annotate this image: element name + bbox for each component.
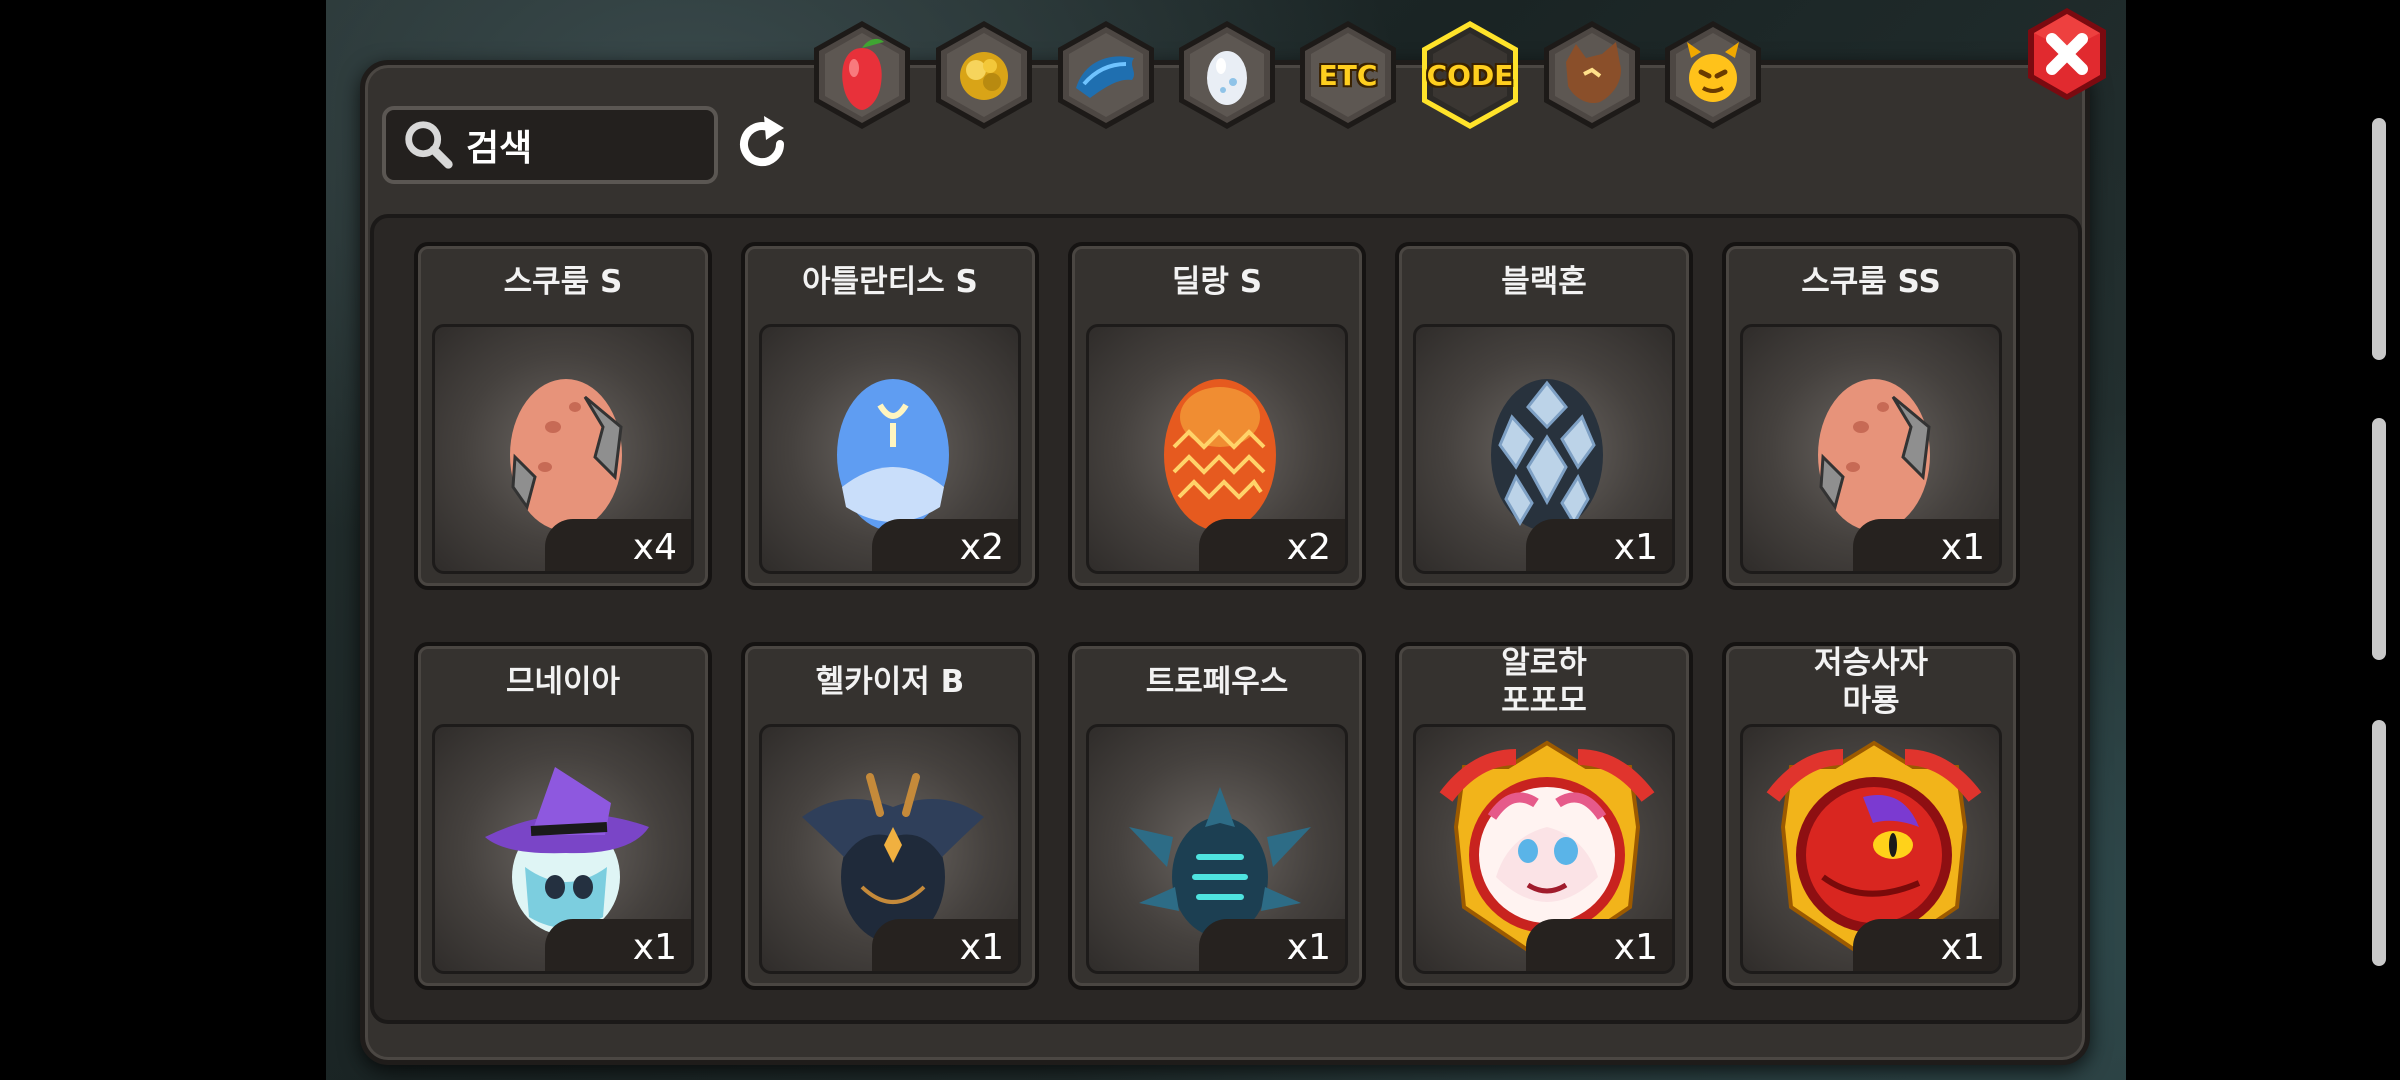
item-quantity: x4 <box>545 519 691 571</box>
item-name: 딜랑 S <box>1171 264 1263 300</box>
close-icon[interactable] <box>2022 4 2112 104</box>
item-slot: x1 <box>759 724 1021 974</box>
item-quantity: x1 <box>1526 519 1672 571</box>
item-quantity: x1 <box>1853 519 1999 571</box>
item-card[interactable]: 헬카이저 B x1 <box>741 642 1039 990</box>
item-quantity: x1 <box>1199 919 1345 971</box>
egg-tab[interactable] <box>1175 18 1279 132</box>
item-slot: x1 <box>432 724 694 974</box>
item-grid: 스쿠룸 S x4 아틀란티스 S x2 딜랑 S x2 블랙혼 x1 스쿠룸 S… <box>370 214 2082 1024</box>
item-name: 알로하 포포모 <box>1501 645 1587 719</box>
item-card[interactable]: 므네이아 x1 <box>414 642 712 990</box>
item-slot: x2 <box>1086 324 1348 574</box>
code-tab[interactable]: CODE <box>1418 18 1522 132</box>
fruit-tab[interactable] <box>810 18 914 132</box>
item-quantity: x2 <box>1199 519 1345 571</box>
scrollbar-thumb-mid[interactable] <box>2372 418 2386 660</box>
devil-tab[interactable] <box>1661 18 1765 132</box>
item-card[interactable]: 블랙혼 x1 <box>1395 242 1693 590</box>
item-card[interactable]: 저승사자 마룡 x1 <box>1722 642 2020 990</box>
item-slot: x1 <box>1413 324 1675 574</box>
item-slot: x2 <box>759 324 1021 574</box>
item-name: 스쿠룸 SS <box>1801 264 1941 300</box>
item-quantity: x2 <box>872 519 1018 571</box>
tab-label: CODE <box>1426 58 1514 92</box>
item-card[interactable]: 아틀란티스 S x2 <box>741 242 1039 590</box>
gold-tab[interactable] <box>932 18 1036 132</box>
item-name: 블랙혼 <box>1501 264 1587 300</box>
item-name: 므네이아 <box>505 664 621 700</box>
dragon-head-tab[interactable] <box>1054 18 1158 132</box>
item-quantity: x1 <box>1526 919 1672 971</box>
item-card[interactable]: 트로페우스 x1 <box>1068 642 1366 990</box>
item-slot: x1 <box>1740 324 2002 574</box>
wolf-tab[interactable] <box>1540 18 1644 132</box>
search-placeholder: 검색 <box>466 128 533 169</box>
item-slot: x4 <box>432 324 694 574</box>
etc-tab[interactable]: ETC <box>1296 18 1400 132</box>
item-slot: x1 <box>1086 724 1348 974</box>
search-field[interactable]: 검색 <box>382 106 718 184</box>
scrollbar-thumb-bottom[interactable] <box>2372 720 2386 966</box>
item-quantity: x1 <box>872 919 1018 971</box>
item-slot: x1 <box>1413 724 1675 974</box>
item-card[interactable]: 스쿠룸 S x4 <box>414 242 712 590</box>
item-slot: x1 <box>1740 724 2002 974</box>
item-name: 트로페우스 <box>1145 664 1289 700</box>
item-card[interactable]: 스쿠룸 SS x1 <box>1722 242 2020 590</box>
scrollbar-thumb-top[interactable] <box>2372 118 2386 360</box>
item-quantity: x1 <box>545 919 691 971</box>
item-quantity: x1 <box>1853 919 1999 971</box>
tab-label: ETC <box>1318 58 1378 92</box>
item-name: 저승사자 마룡 <box>1813 645 1929 719</box>
search-icon <box>405 121 453 169</box>
item-card[interactable]: 딜랑 S x2 <box>1068 242 1366 590</box>
item-name: 아틀란티스 S <box>802 264 978 300</box>
item-name: 헬카이저 B <box>815 664 965 700</box>
item-name: 스쿠룸 S <box>503 264 623 300</box>
refresh-icon[interactable] <box>730 112 794 176</box>
item-card[interactable]: 알로하 포포모 x1 <box>1395 642 1693 990</box>
